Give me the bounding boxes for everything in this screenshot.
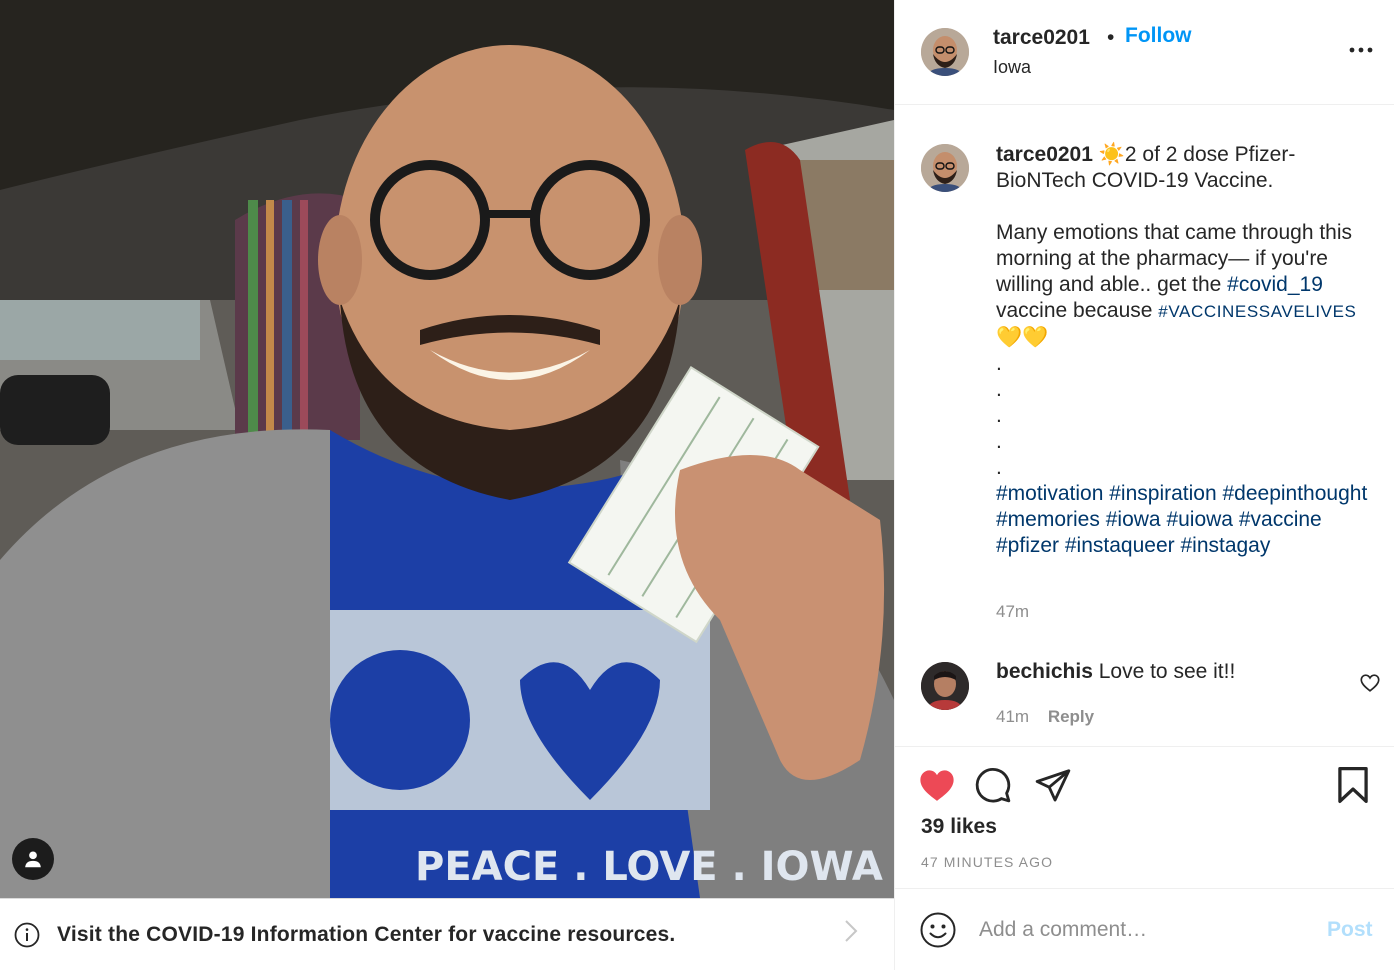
comment-timestamp[interactable]: 41m (996, 707, 1029, 726)
like-button[interactable] (917, 765, 957, 805)
covid-info-banner[interactable]: Visit the COVID-19 Information Center fo… (0, 898, 894, 970)
caption-dot: . (996, 352, 1002, 375)
post-timestamp[interactable]: 47 MINUTES AGO (921, 854, 1053, 870)
post-side-panel: tarce0201 • Follow Iowa tarce0201 ☀️2 of… (894, 0, 1394, 970)
hashtag-link[interactable]: #vaccine (1239, 508, 1322, 531)
caption-author-avatar[interactable] (921, 144, 969, 192)
comment-like-button[interactable] (1359, 672, 1381, 694)
caption-dot: . (996, 430, 1002, 453)
header-separator: • (1107, 26, 1115, 49)
caption-hashtags: #motivation #inspiration #deepinthought … (996, 481, 1381, 559)
caption-dot: . (996, 456, 1002, 479)
share-button[interactable] (1033, 765, 1073, 805)
more-options-icon (1349, 47, 1373, 53)
more-options-button[interactable] (1343, 34, 1379, 66)
hashtag-link[interactable]: #iowa (1106, 508, 1161, 531)
comment-button[interactable] (973, 765, 1013, 805)
post-location[interactable]: Iowa (993, 57, 1031, 78)
post-caption: tarce0201 ☀️2 of 2 dose Pfizer-BioNTech … (996, 142, 1381, 559)
hashtag-link[interactable]: #VACCINESSAVELIVES (1158, 302, 1356, 321)
caption-timestamp[interactable]: 47m (996, 602, 1029, 622)
post-actions: 39 likes 47 MINUTES AGO (895, 746, 1394, 888)
post-photo[interactable]: PEACE . LOVE . IOWA (0, 0, 894, 898)
info-icon (14, 922, 40, 948)
media-column: PEACE . LOVE . IOWA Visit the COVID-19 I… (0, 0, 894, 970)
commenter-avatar[interactable] (921, 662, 969, 710)
comment-meta: 41m Reply (996, 707, 1094, 727)
post-photo-illustration: PEACE . LOVE . IOWA (0, 0, 894, 898)
save-button[interactable] (1333, 765, 1373, 805)
hashtag-link[interactable]: #deepinthought (1222, 482, 1367, 505)
caption-hearts: 💛💛 (996, 326, 1049, 349)
caption-paragraph-2-mid: vaccine because (996, 299, 1159, 322)
hashtag-link[interactable]: #covid_19 (1227, 273, 1323, 296)
post-header: tarce0201 • Follow Iowa (895, 0, 1394, 105)
commenter-username[interactable]: bechichis (996, 660, 1093, 683)
tagged-people-button[interactable] (12, 838, 54, 880)
heart-outline-icon (1360, 674, 1380, 692)
hashtag-link[interactable]: #instaqueer (1065, 534, 1175, 557)
follow-button[interactable]: Follow (1125, 24, 1192, 48)
instagram-post-modal: PEACE . LOVE . IOWA Visit the COVID-19 I… (0, 0, 1394, 970)
comment-icon (975, 767, 1011, 803)
covid-info-banner-text: Visit the COVID-19 Information Center fo… (57, 922, 676, 946)
emoji-icon (920, 912, 956, 948)
person-tag-icon (25, 851, 41, 868)
heart-filled-icon (920, 770, 954, 801)
caption-dot: . (996, 404, 1002, 427)
post-comment-button[interactable]: Post (1327, 918, 1373, 942)
hashtag-link[interactable]: #pfizer (996, 534, 1059, 557)
caption-dot: . (996, 378, 1002, 401)
bookmark-icon (1338, 767, 1368, 803)
comment-reply-button[interactable]: Reply (1048, 707, 1094, 726)
hashtag-link[interactable]: #inspiration (1109, 482, 1216, 505)
caption-username[interactable]: tarce0201 (996, 143, 1093, 166)
hashtag-link[interactable]: #uiowa (1166, 508, 1233, 531)
share-icon (1035, 769, 1071, 802)
hashtag-link[interactable]: #memories (996, 508, 1100, 531)
add-comment-bar: Post (895, 888, 1394, 970)
likes-count[interactable]: 39 likes (921, 815, 997, 839)
hashtag-link[interactable]: #instagay (1180, 534, 1270, 557)
author-username[interactable]: tarce0201 (993, 26, 1090, 50)
comment-input[interactable] (979, 911, 1309, 949)
comments-scroll-area[interactable]: tarce0201 ☀️2 of 2 dose Pfizer-BioNTech … (895, 106, 1394, 746)
comment-text: Love to see it!! (1098, 660, 1236, 683)
comment-item: bechichis Love to see it!! (996, 660, 1235, 684)
svg-text:PEACE . LOVE . IOWA: PEACE . LOVE . IOWA (415, 844, 883, 890)
chevron-right-icon (844, 919, 858, 950)
hashtag-link[interactable]: #motivation (996, 482, 1103, 505)
author-avatar[interactable] (921, 28, 969, 76)
emoji-picker-button[interactable] (919, 911, 957, 949)
